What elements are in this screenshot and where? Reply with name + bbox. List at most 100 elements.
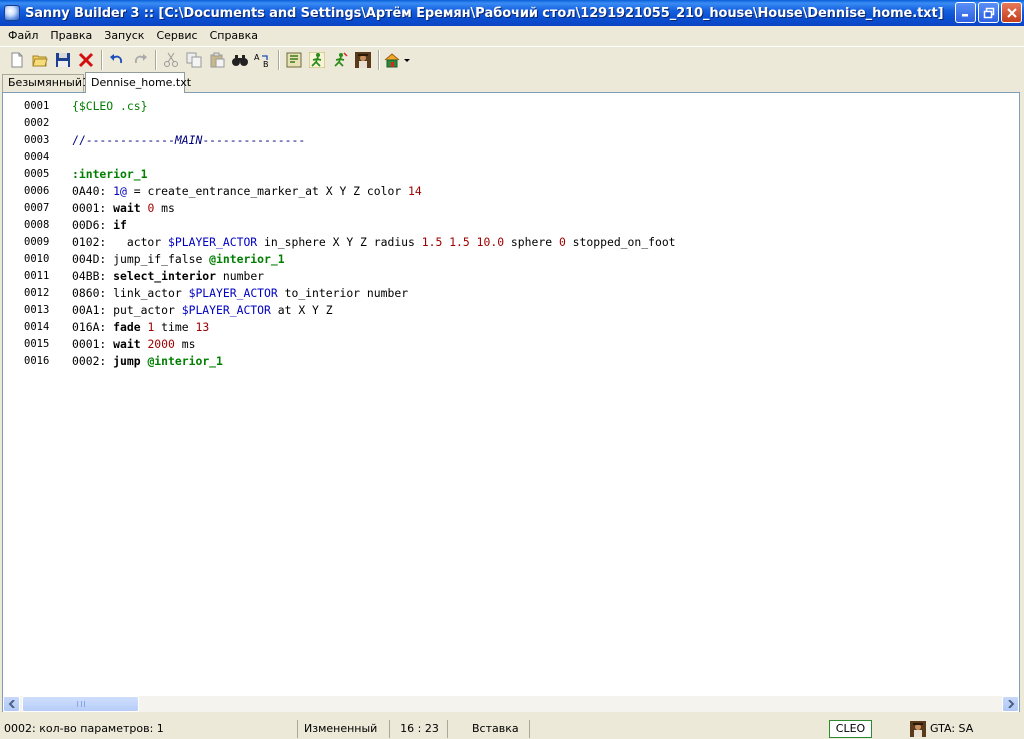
line-text: 04BB: select_interior number bbox=[72, 269, 265, 283]
code-line: 0012 0860: link_actor $PLAYER_ACTOR to_in… bbox=[3, 285, 1003, 302]
compile-run-button[interactable] bbox=[306, 49, 328, 71]
run-button[interactable] bbox=[329, 49, 351, 71]
menu-edit[interactable]: Правка bbox=[44, 27, 98, 45]
line-text: //-------------MAIN--------------- bbox=[72, 133, 306, 147]
undo-button[interactable] bbox=[106, 49, 128, 71]
line-number: 0012 bbox=[24, 287, 50, 299]
status-cursor-position: 16 : 23 bbox=[392, 720, 448, 738]
line-number: 0003 bbox=[24, 134, 50, 146]
home-dropdown-button[interactable] bbox=[383, 49, 413, 71]
menu-file[interactable]: Файл bbox=[2, 27, 44, 45]
code-line: 0016 0002: jump @interior_1 bbox=[3, 353, 1003, 370]
new-file-button[interactable] bbox=[6, 49, 28, 71]
line-number: 0006 bbox=[24, 185, 50, 197]
arrow-left-icon bbox=[8, 700, 15, 708]
line-text: 016A: fade 1 time 13 bbox=[72, 320, 210, 334]
title-bar[interactable]: Sanny Builder 3 :: [C:\Documents and Set… bbox=[0, 0, 1024, 26]
code-line: 0005:interior_1 bbox=[3, 166, 1003, 183]
copy-button[interactable] bbox=[183, 49, 205, 71]
close-file-button[interactable] bbox=[75, 49, 97, 71]
status-insert-mode: Вставка bbox=[450, 720, 530, 738]
run-icon bbox=[334, 51, 348, 67]
status-params: 0002: кол-во параметров: 1 bbox=[0, 720, 298, 738]
redo-button[interactable] bbox=[129, 49, 151, 71]
line-number: 0010 bbox=[24, 253, 50, 265]
game-button[interactable] bbox=[352, 49, 374, 71]
line-text: 00A1: put_actor $PLAYER_ACTOR at X Y Z bbox=[72, 303, 333, 317]
horizontal-scrollbar[interactable] bbox=[2, 696, 1020, 712]
line-number: 0015 bbox=[24, 338, 50, 350]
redo-icon bbox=[134, 53, 147, 63]
line-number: 0011 bbox=[24, 270, 50, 282]
copy-icon bbox=[186, 52, 202, 67]
replace-icon: AB bbox=[254, 53, 269, 68]
line-number: 0007 bbox=[24, 202, 50, 214]
line-number: 0014 bbox=[24, 321, 50, 333]
line-text: 0002: jump @interior_1 bbox=[72, 354, 223, 368]
paste-button[interactable] bbox=[206, 49, 228, 71]
new-file-icon bbox=[11, 52, 23, 67]
restore-button[interactable] bbox=[978, 2, 999, 23]
close-button[interactable] bbox=[1001, 2, 1022, 23]
cut-button[interactable] bbox=[160, 49, 182, 71]
line-text: 0001: wait 2000 ms bbox=[72, 337, 196, 351]
open-folder-icon bbox=[32, 55, 48, 66]
find-icon bbox=[232, 54, 248, 66]
minimize-button[interactable] bbox=[955, 2, 976, 23]
paste-icon bbox=[210, 52, 225, 67]
tab-strip: Безымянный1 Dennise_home.txt bbox=[0, 72, 1024, 93]
game-icon bbox=[355, 51, 371, 68]
window-title: Sanny Builder 3 :: [C:\Documents and Set… bbox=[25, 5, 944, 21]
compile-button[interactable] bbox=[283, 49, 305, 71]
line-number: 0004 bbox=[24, 151, 50, 163]
line-number: 0001 bbox=[24, 100, 50, 112]
code-line: 0006 0A40: 1@ = create_entrance_marker_at… bbox=[3, 183, 1003, 200]
toolbar-separator bbox=[101, 49, 103, 70]
scroll-thumb[interactable] bbox=[22, 696, 139, 712]
code-line: 0010 004D: jump_if_false @interior_1 bbox=[3, 251, 1003, 268]
status-modified: Измененный bbox=[300, 720, 390, 738]
menu-run[interactable]: Запуск bbox=[98, 27, 150, 45]
scroll-left-button[interactable] bbox=[3, 696, 20, 712]
open-file-button[interactable] bbox=[29, 49, 51, 71]
cut-icon bbox=[164, 52, 178, 67]
menu-bar: Файл Правка Запуск Сервис Справка bbox=[0, 27, 1024, 45]
status-game[interactable]: GTA: SA bbox=[910, 720, 973, 738]
line-text: 0A40: 1@ = create_entrance_marker_at X Y… bbox=[72, 184, 422, 198]
code-line: 0009 0102: actor $PLAYER_ACTOR in_sphere … bbox=[3, 234, 1003, 251]
scroll-right-button[interactable] bbox=[1002, 696, 1019, 712]
line-text: 0001: wait 0 ms bbox=[72, 201, 175, 215]
code-line: 0003 //-------------MAIN--------------- bbox=[3, 132, 1003, 149]
compile-icon bbox=[286, 52, 302, 67]
menu-help[interactable]: Справка bbox=[204, 27, 264, 45]
line-text: 0102: actor $PLAYER_ACTOR in_sphere X Y … bbox=[72, 235, 676, 249]
replace-button[interactable]: AB bbox=[252, 49, 274, 71]
line-number: 0016 bbox=[24, 355, 50, 367]
code-line: 0008 00D6: if bbox=[3, 217, 1003, 234]
undo-icon bbox=[110, 53, 123, 63]
line-text: :interior_1 bbox=[72, 167, 148, 181]
svg-text:A: A bbox=[254, 53, 260, 62]
find-button[interactable] bbox=[229, 49, 251, 71]
save-button[interactable] bbox=[52, 49, 74, 71]
code-line: 0004 bbox=[3, 149, 1003, 166]
line-text: 0860: link_actor $PLAYER_ACTOR to_interi… bbox=[72, 286, 409, 300]
code-editor[interactable]: 0001 {$CLEO .cs} 0002 0003 //-------------… bbox=[2, 92, 1020, 697]
menu-tools[interactable]: Сервис bbox=[150, 27, 203, 45]
restore-icon bbox=[983, 7, 994, 18]
minimize-icon bbox=[962, 14, 968, 17]
status-cleo-badge[interactable]: CLEO bbox=[829, 720, 872, 738]
code-line: 0014 016A: fade 1 time 13 bbox=[3, 319, 1003, 336]
tab-untitled[interactable]: Безымянный1 bbox=[2, 74, 89, 92]
line-text: 00D6: if bbox=[72, 218, 127, 232]
toolbar-separator bbox=[155, 49, 157, 70]
grip-icon bbox=[76, 701, 85, 707]
line-text: 004D: jump_if_false @interior_1 bbox=[72, 252, 285, 266]
tab-dennise-home[interactable]: Dennise_home.txt bbox=[85, 72, 191, 93]
line-number: 0009 bbox=[24, 236, 50, 248]
compile-run-icon bbox=[309, 51, 325, 68]
line-number: 0002 bbox=[24, 117, 50, 129]
home-dropdown-icon bbox=[384, 52, 410, 67]
app-icon[interactable] bbox=[4, 5, 20, 21]
code-lines: 0001 {$CLEO .cs} 0002 0003 //-------------… bbox=[3, 98, 1003, 370]
